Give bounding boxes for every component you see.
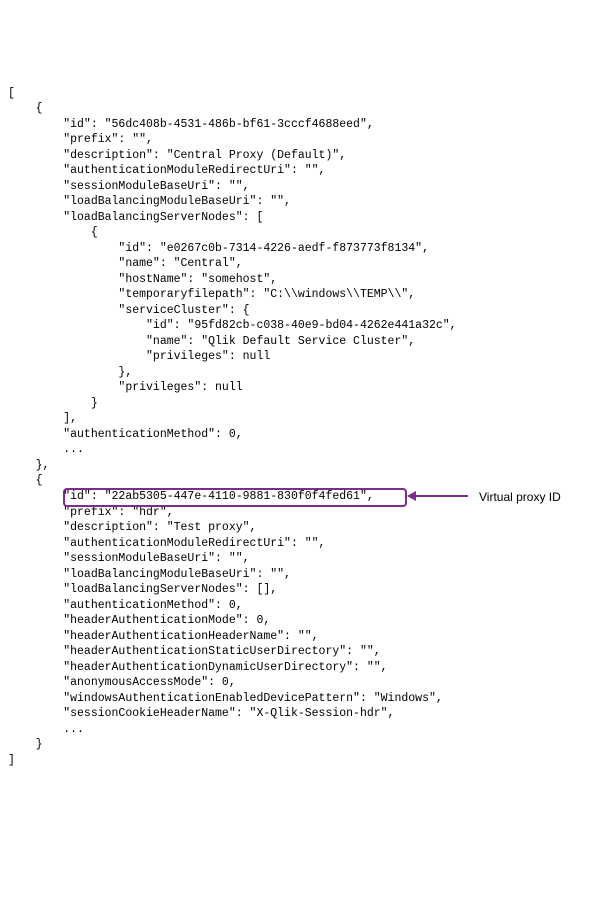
arrow-line-icon bbox=[416, 495, 468, 497]
code-line: "authenticationMethod": 0, bbox=[8, 428, 243, 441]
code-line: ... bbox=[8, 443, 84, 456]
code-line: "windowsAuthenticationEnabledDevicePatte… bbox=[8, 692, 443, 705]
code-line: "id": "95fd82cb-c038-40e9-bd04-4262e441a… bbox=[8, 319, 457, 332]
code-line: } bbox=[8, 397, 98, 410]
code-line: "id": "56dc408b-4531-486b-bf61-3cccf4688… bbox=[8, 118, 374, 131]
code-line: { bbox=[8, 102, 43, 115]
code-line: "prefix": "hdr", bbox=[8, 506, 174, 519]
code-line: "authenticationMethod": 0, bbox=[8, 599, 243, 612]
code-line: } bbox=[8, 738, 43, 751]
code-line: "id": "e0267c0b-7314-4226-aedf-f873773f8… bbox=[8, 242, 429, 255]
code-line: "privileges": null bbox=[8, 381, 243, 394]
code-line: ... bbox=[8, 723, 84, 736]
code-line: "hostName": "somehost", bbox=[8, 273, 277, 286]
code-line: "authenticationModuleRedirectUri": "", bbox=[8, 537, 325, 550]
code-line: "authenticationModuleRedirectUri": "", bbox=[8, 164, 325, 177]
code-line: "headerAuthenticationMode": 0, bbox=[8, 614, 270, 627]
arrow-head-icon bbox=[407, 491, 416, 501]
code-line: "loadBalancingModuleBaseUri": "", bbox=[8, 568, 291, 581]
code-line: "sessionCookieHeaderName": "X-Qlik-Sessi… bbox=[8, 707, 394, 720]
code-line: ], bbox=[8, 412, 77, 425]
code-line-highlighted: "id": "22ab5305-447e-4110-9881-830f0f4fe… bbox=[8, 490, 374, 503]
arrow-icon bbox=[407, 491, 468, 501]
code-line: "headerAuthenticationHeaderName": "", bbox=[8, 630, 319, 643]
code-container: [ { "id": "56dc408b-4531-486b-bf61-3cccf… bbox=[8, 70, 600, 815]
code-line: }, bbox=[8, 366, 132, 379]
code-line: "name": "Qlik Default Service Cluster", bbox=[8, 335, 415, 348]
code-line: "temporaryfilepath": "C:\\windows\\TEMP\… bbox=[8, 288, 415, 301]
code-line: "serviceCluster": { bbox=[8, 304, 250, 317]
code-line: "description": "Central Proxy (Default)"… bbox=[8, 149, 346, 162]
code-line: "headerAuthenticationStaticUserDirectory… bbox=[8, 645, 381, 658]
code-line: "privileges": null bbox=[8, 350, 270, 363]
code-line: { bbox=[8, 226, 98, 239]
code-line: "prefix": "", bbox=[8, 133, 153, 146]
code-line: "loadBalancingServerNodes": [], bbox=[8, 583, 277, 596]
code-line: }, bbox=[8, 459, 49, 472]
code-line: "description": "Test proxy", bbox=[8, 521, 256, 534]
code-line: "loadBalancingServerNodes": [ bbox=[8, 211, 263, 224]
annotation-label: Virtual proxy ID bbox=[479, 489, 561, 505]
code-line: "name": "Central", bbox=[8, 257, 243, 270]
code-line: "sessionModuleBaseUri": "", bbox=[8, 552, 250, 565]
code-line: "loadBalancingModuleBaseUri": "", bbox=[8, 195, 291, 208]
code-line: ] bbox=[8, 754, 15, 767]
code-line: [ bbox=[8, 87, 15, 100]
code-line: { bbox=[8, 474, 43, 487]
code-line: "headerAuthenticationDynamicUserDirector… bbox=[8, 661, 388, 674]
code-line: "anonymousAccessMode": 0, bbox=[8, 676, 236, 689]
code-line: "sessionModuleBaseUri": "", bbox=[8, 180, 250, 193]
